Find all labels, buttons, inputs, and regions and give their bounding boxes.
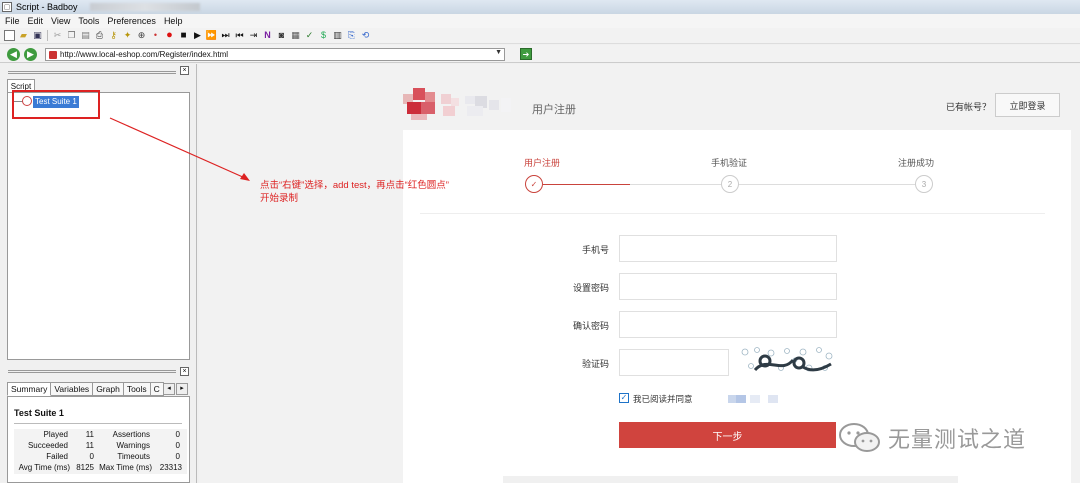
annotation-text: 点击“右键”选择，add test，再点击“红色圆点” 开始录制 <box>260 179 510 205</box>
annotation-line: 开始录制 <box>260 193 299 204</box>
watermark: 无量测试之道 <box>838 422 1026 454</box>
watermark-text: 无量测试之道 <box>888 427 1027 452</box>
annotation-arrow <box>109 117 250 181</box>
wechat-icon <box>839 423 880 452</box>
annotation-line: 点击“右键”选择，add test，再点击“红色圆点” <box>260 180 449 191</box>
